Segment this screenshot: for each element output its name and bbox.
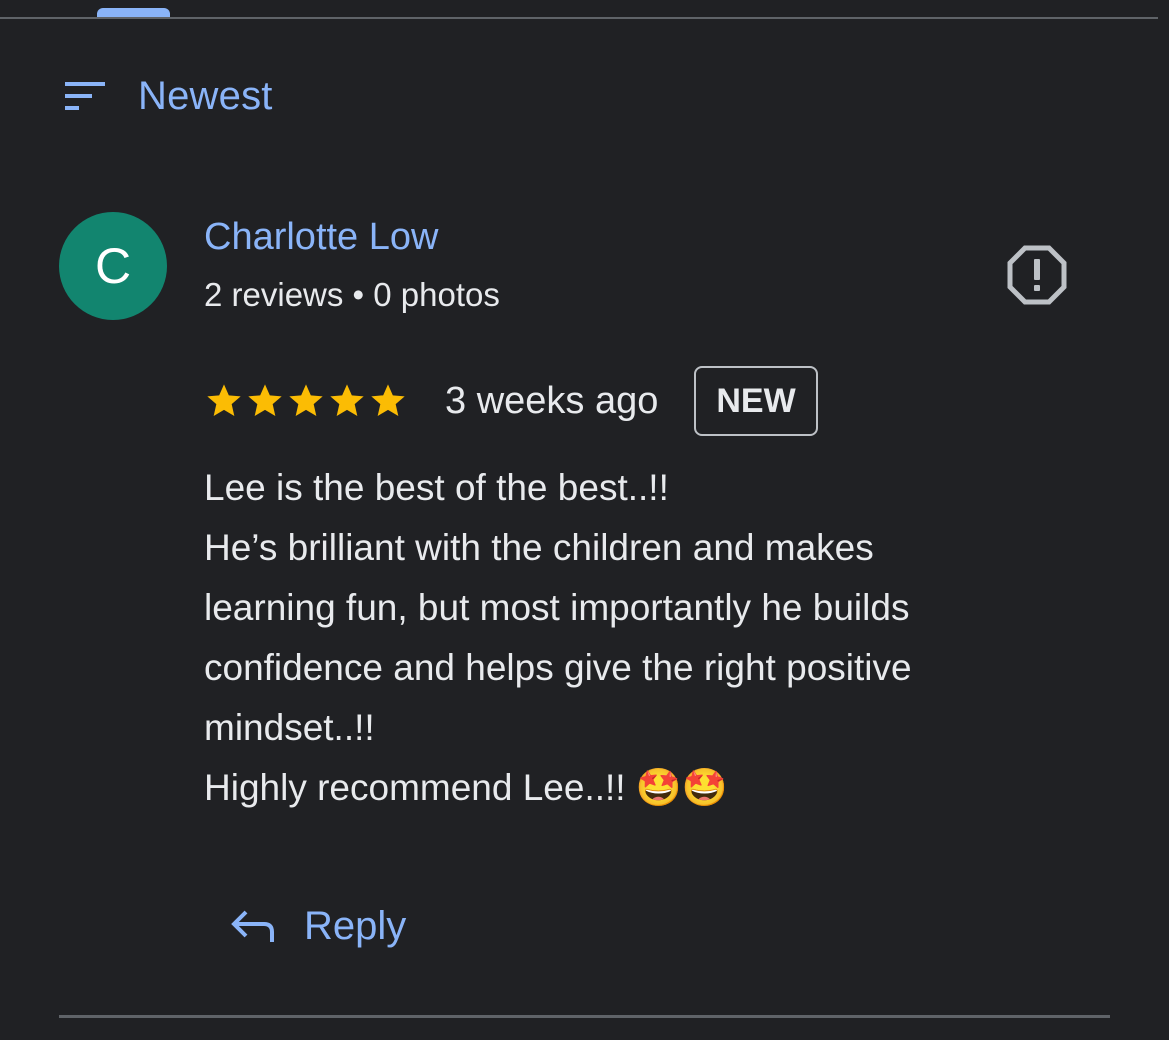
sort-label: Newest [138,73,273,118]
reply-button[interactable]: Reply [230,896,406,956]
star-icon [286,381,326,421]
sort-button[interactable]: Newest [64,72,273,120]
review-text-line: Highly recommend Lee..!! 🤩🤩 [204,767,728,808]
star-icon [327,381,367,421]
star-rating [204,381,409,421]
review-text-line: mindset..!! [204,707,375,748]
top-divider [0,17,1158,19]
new-badge: NEW [694,366,818,436]
author-meta: 2 reviews • 0 photos [204,276,500,313]
report-icon[interactable] [1006,244,1068,306]
review-time: 3 weeks ago [445,379,659,422]
rating-row: 3 weeks ago NEW [204,362,818,440]
review-text: Lee is the best of the best..!! He’s bril… [204,458,1104,818]
reviews-panel: Newest C Charlotte Low 2 reviews • 0 pho… [0,0,1169,1040]
author-name[interactable]: Charlotte Low [204,216,438,259]
avatar[interactable]: C [59,212,167,320]
avatar-initial: C [94,238,132,294]
star-icon [245,381,285,421]
reply-icon [230,906,278,946]
star-icon [204,381,244,421]
sort-icon [64,80,108,112]
star-icon [368,381,408,421]
review-text-line: Lee is the best of the best..!! [204,467,669,508]
review-text-line: He’s brilliant with the children and mak… [204,527,874,568]
review-text-line: confidence and helps give the right posi… [204,647,912,688]
reply-label: Reply [304,903,407,948]
bottom-divider [59,1015,1110,1018]
review-text-line: learning fun, but most importantly he bu… [204,587,910,628]
